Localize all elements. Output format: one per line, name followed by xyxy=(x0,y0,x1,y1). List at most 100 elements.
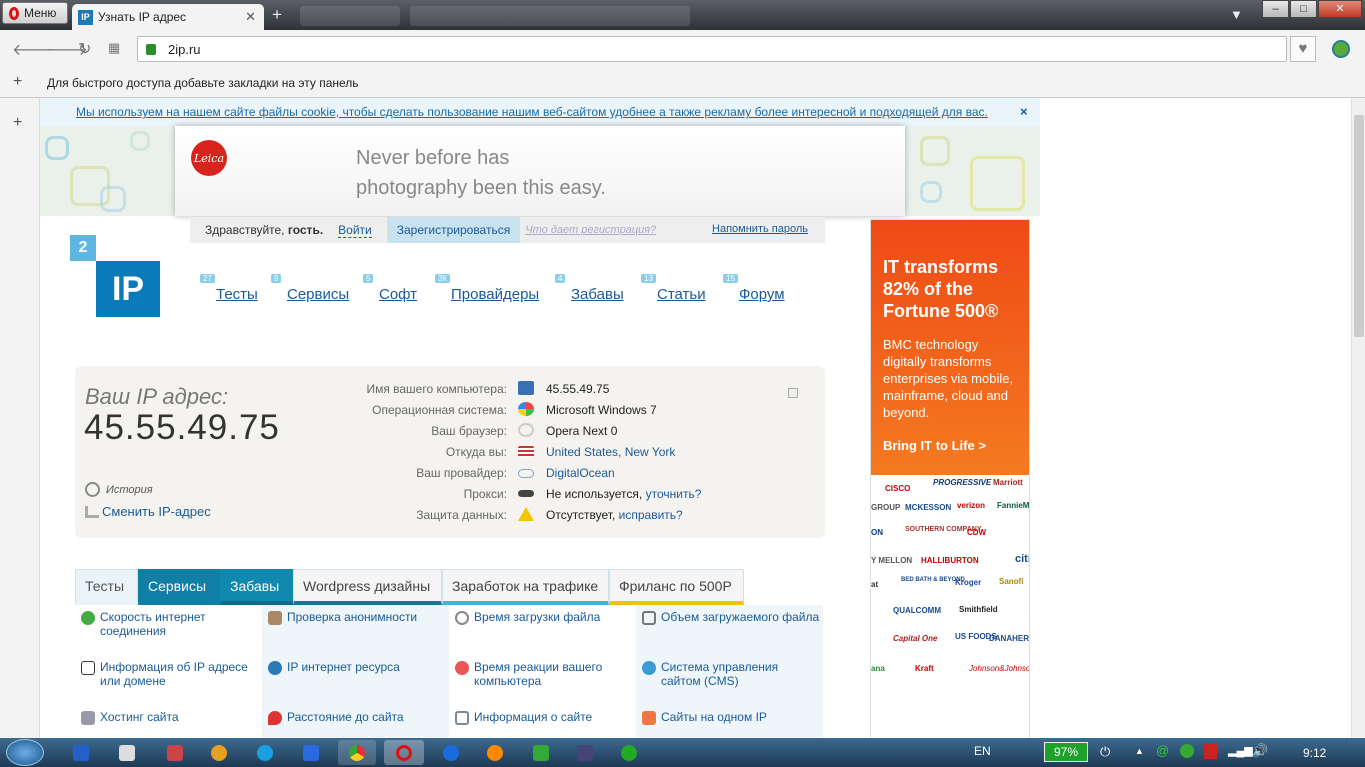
taskbar-avast[interactable] xyxy=(200,740,238,765)
banner-line-1: Never before has xyxy=(356,147,510,169)
taskbar-save-app[interactable] xyxy=(566,740,604,765)
service-link[interactable]: IP интернет ресурса xyxy=(287,660,447,674)
tab-wordpress[interactable]: Wordpress дизайны xyxy=(293,569,442,605)
side-banner-ad[interactable]: IT transforms 82% of the Fortune 500® BMC … xyxy=(870,219,1030,738)
change-ip-link[interactable]: Сменить IP-адрес xyxy=(85,504,211,519)
provider-link[interactable]: DigitalOcean xyxy=(546,466,615,480)
tab-freelance[interactable]: Фриланс по 500Р xyxy=(609,569,744,605)
page-scrollbar[interactable] xyxy=(1351,98,1365,738)
ad-cta[interactable]: Bring IT to Life > xyxy=(883,438,986,453)
new-tab-icon[interactable]: + xyxy=(272,5,282,25)
cookie-close-icon[interactable]: × xyxy=(1020,104,1028,119)
network-signal-icon[interactable]: ▂▄▆ xyxy=(1228,744,1253,757)
tab-services[interactable]: Сервисы xyxy=(138,569,220,605)
browser-sidebar: + xyxy=(0,98,40,738)
service-link[interactable]: Время реакции вашего компьютера xyxy=(474,660,634,688)
service-link[interactable]: Расстояние до сайта xyxy=(287,710,447,724)
location-link[interactable]: United States, New York xyxy=(546,445,675,459)
power-icon[interactable]: ⏻ xyxy=(1100,744,1110,760)
info-row-os: Операционная система: Microsoft Windows 7 xyxy=(305,401,775,421)
tab-active[interactable]: IP Узнать IP адрес ✕ xyxy=(72,4,264,30)
close-window-button[interactable]: ✕ xyxy=(1318,0,1362,18)
login-link[interactable]: Войти xyxy=(338,223,372,238)
protection-fix-link[interactable]: исправить? xyxy=(619,508,683,522)
taskbar-mail-agent[interactable] xyxy=(610,740,648,765)
volume-icon[interactable]: 🔊 xyxy=(1252,743,1268,759)
nav-providers[interactable]: 3К Провайдеры xyxy=(435,274,539,303)
tray-shield-icon[interactable] xyxy=(1204,744,1217,759)
start-button[interactable] xyxy=(6,739,44,766)
service-link[interactable]: Система управления сайтом (CMS) xyxy=(661,660,821,688)
taskbar-app[interactable] xyxy=(156,740,194,765)
history-label: История xyxy=(106,483,153,496)
options-checkbox[interactable] xyxy=(788,388,798,398)
taskbar-app-blocks[interactable] xyxy=(522,740,560,765)
top-banner-ad[interactable]: Leica Never before has photography been … xyxy=(175,126,905,216)
taskbar-chrome[interactable] xyxy=(338,740,376,765)
nav-software[interactable]: 5 Софт xyxy=(363,274,417,303)
page-content: Мы используем на нашем сайте файлы cooki… xyxy=(40,98,1351,738)
site-logo-2[interactable]: 2 xyxy=(70,235,96,261)
address-bar[interactable]: 2ip.ru xyxy=(137,36,1287,62)
info-row-proxy: Прокси: Не используется, уточнить? xyxy=(305,485,775,505)
tab-close-icon[interactable]: ✕ xyxy=(245,9,256,25)
taskbar-app-bolt[interactable] xyxy=(432,740,470,765)
service-link[interactable]: Хостинг сайта xyxy=(100,710,260,724)
add-bookmark-icon[interactable]: + xyxy=(13,73,22,91)
taskbar-skype[interactable] xyxy=(246,740,284,765)
site-logo-ip[interactable]: IP xyxy=(96,261,160,317)
tab-traffic[interactable]: Заработок на трафике xyxy=(442,569,609,605)
speed-dial-icon[interactable]: ▦ xyxy=(108,40,120,56)
info-value: Opera Next 0 xyxy=(546,424,618,438)
maximize-button[interactable]: □ xyxy=(1290,0,1317,18)
taskbar-opera[interactable] xyxy=(384,740,424,765)
file-size-icon xyxy=(642,611,656,625)
ip-value[interactable]: 45.55.49.75 xyxy=(84,408,280,448)
tab-tests[interactable]: Тесты xyxy=(75,569,138,605)
taskbar-app-p[interactable] xyxy=(292,740,330,765)
scrollbar-thumb[interactable] xyxy=(1354,115,1364,337)
cookie-notice-link[interactable]: Мы используем на нашем сайте файлы cooki… xyxy=(76,105,988,119)
opera-menu-button[interactable]: Меню xyxy=(2,2,68,24)
remind-password-link[interactable]: Напомнить пароль xyxy=(712,223,808,235)
address-text: 2ip.ru xyxy=(168,41,201,57)
nav-articles[interactable]: 13 Статьи xyxy=(641,274,706,303)
person-icon xyxy=(268,611,282,625)
history-link[interactable]: История xyxy=(85,482,153,497)
taskbar-app-orange[interactable] xyxy=(476,740,514,765)
tray-app-icon[interactable] xyxy=(1180,744,1194,758)
sidebar-add-icon[interactable]: + xyxy=(13,114,22,132)
nav-services[interactable]: 9 Сервисы xyxy=(271,274,349,303)
ad-logo: at xyxy=(871,580,879,589)
language-indicator[interactable]: EN xyxy=(974,744,991,758)
register-button[interactable]: Зарегистрироваться xyxy=(386,217,521,243)
registration-info-link[interactable]: Что дает регистрация? xyxy=(525,224,656,236)
service-link[interactable]: Проверка анонимности xyxy=(287,610,447,624)
proxy-check-link[interactable]: уточнить? xyxy=(646,487,702,501)
globe-icon[interactable] xyxy=(1332,40,1350,58)
clock[interactable]: 9:12 xyxy=(1303,746,1326,760)
service-link[interactable]: Объем загружаемого файла xyxy=(661,610,821,624)
service-link[interactable]: Сайты на одном IP xyxy=(661,710,821,724)
minimize-button[interactable]: – xyxy=(1262,0,1289,18)
tab-fun[interactable]: Забавы xyxy=(220,569,293,605)
taskbar-calculator[interactable] xyxy=(108,740,146,765)
nav-tests[interactable]: 27 Тесты xyxy=(200,274,258,303)
bookmark-heart-icon[interactable]: ♥ xyxy=(1290,36,1316,62)
battery-indicator[interactable]: 97% xyxy=(1044,742,1088,762)
tray-expand-icon[interactable]: ▲ xyxy=(1135,746,1144,756)
tab-menu-icon[interactable]: ▼ xyxy=(1230,7,1243,22)
tray-mail-icon[interactable]: @ xyxy=(1156,743,1169,758)
tab-background[interactable] xyxy=(300,6,400,26)
nav-forum[interactable]: 15 Форум xyxy=(723,274,785,303)
service-link[interactable]: Информация об IP адресе или домене xyxy=(100,660,260,688)
taskbar-bluetooth[interactable] xyxy=(62,740,100,765)
service-link[interactable]: Информация о сайте xyxy=(474,710,634,724)
reload-icon[interactable]: ↻ xyxy=(78,39,91,59)
tab-background[interactable] xyxy=(410,6,690,26)
ad-logo: PROGRESSIVE xyxy=(933,478,992,487)
nav-fun[interactable]: 4 Забавы xyxy=(555,274,624,303)
service-link[interactable]: Время загрузки файла xyxy=(474,610,634,624)
service-link[interactable]: Скорость интернет соединения xyxy=(100,610,260,638)
leica-logo: Leica xyxy=(191,140,227,176)
